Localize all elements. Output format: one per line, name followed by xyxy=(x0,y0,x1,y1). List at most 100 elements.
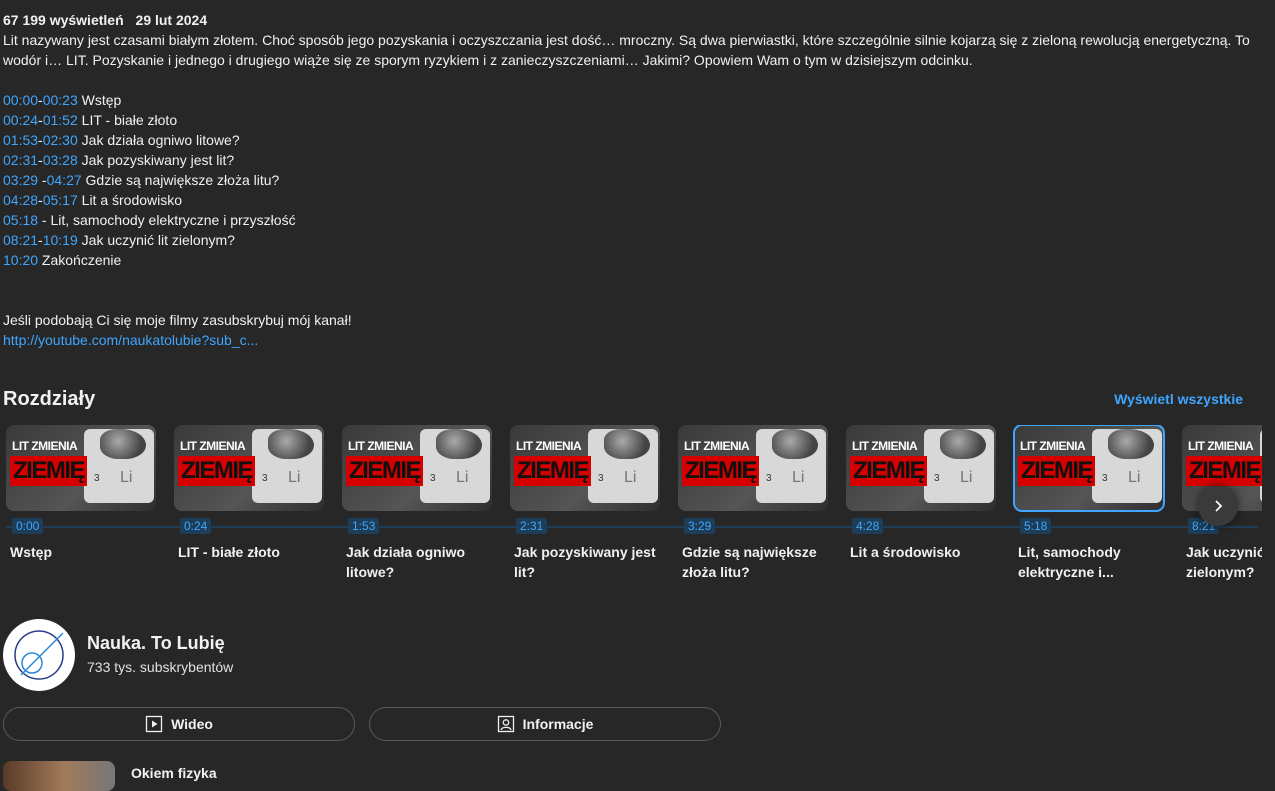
chapters-header: Rozdziały Wyświetl wszystkie xyxy=(3,388,1243,414)
lithium-rock-image xyxy=(268,429,314,459)
timestamp-start-link[interactable]: 05:18 xyxy=(3,212,38,228)
element-number: 3 xyxy=(430,473,436,484)
timestamp-start-link[interactable]: 00:00 xyxy=(3,92,38,108)
timestamp-row: 03:29 -04:27 Gdzie są największe złoża l… xyxy=(3,170,1268,190)
element-symbol: Li xyxy=(624,469,637,486)
element-symbol: Li xyxy=(120,469,133,486)
chapter-title: Jak pozyskiwany jest lit? xyxy=(514,544,656,580)
timestamp-label: - Lit, samochody elektryczne i przyszłoś… xyxy=(38,212,296,228)
thumb-caption-top: LIT ZMIENIA xyxy=(516,439,582,453)
channel-logo-icon xyxy=(14,630,64,680)
timestamp-label: Jak pozyskiwany jest lit? xyxy=(77,152,235,168)
next-section-title[interactable]: Okiem fizyka xyxy=(131,765,217,781)
element-number: 3 xyxy=(262,473,268,484)
chapter-item[interactable]: 3 Li LIT ZMIENIA ZIEMIĘ 3:29 Gdzie są najwięk… xyxy=(678,425,828,585)
video-description: 67 199 wyświetleń 29 lut 2024 Lit nazywa… xyxy=(3,10,1268,350)
timestamp-row: 01:53-02:30 Jak działa ogniwo litowe? xyxy=(3,130,1268,150)
element-number: 3 xyxy=(1102,473,1108,484)
chevron-right-icon xyxy=(1215,500,1223,512)
chapter-title: Gdzie są największe złoża litu? xyxy=(682,544,817,580)
timestamp-label: LIT - białe złoto xyxy=(77,112,178,128)
timestamp-label: Zakończenie xyxy=(38,252,122,268)
chapter-title: Lit, samochody elektryczne i... xyxy=(1018,544,1121,580)
timestamp-start-link[interactable]: 03:29 xyxy=(3,172,38,188)
timestamp-start-link[interactable]: 10:20 xyxy=(3,252,38,268)
timestamp-end-link[interactable]: 00:23 xyxy=(43,92,78,108)
chapter-thumbnail: 3 Li LIT ZMIENIA ZIEMIĘ xyxy=(678,425,828,511)
timestamp-start-link[interactable]: 04:28 xyxy=(3,192,38,208)
timestamp-separator: - xyxy=(38,172,47,188)
element-symbol: Li xyxy=(456,469,469,486)
timestamp-end-link[interactable]: 10:19 xyxy=(43,232,78,248)
chapter-time: 5:18 xyxy=(1020,518,1052,534)
chapter-item[interactable]: 3 Li LIT ZMIENIA ZIEMIĘ 1:53 Jak działa ogniw… xyxy=(342,425,492,585)
timestamp-label: Wstęp xyxy=(77,92,122,108)
video-icon xyxy=(145,715,163,733)
chapter-item[interactable]: 3 Li LIT ZMIENIA ZIEMIĘ 4:28 Lit a środowisko xyxy=(846,425,996,585)
chapter-title: Jak uczynić zielonym? xyxy=(1186,544,1262,580)
timestamp-label: Gdzie są największe złoża litu? xyxy=(81,172,280,188)
timestamp-start-link[interactable]: 00:24 xyxy=(3,112,38,128)
timestamp-row: 08:21-10:19 Jak uczynić lit zielonym? xyxy=(3,230,1268,250)
chapter-thumbnail: 3 Li LIT ZMIENIA ZIEMIĘ xyxy=(846,425,996,511)
chapter-time: 3:29 xyxy=(684,518,716,534)
thumb-caption-main: ZIEMIĘ xyxy=(10,456,88,486)
view-all-chapters-button[interactable]: Wyświetl wszystkie xyxy=(1114,391,1243,407)
timestamp-start-link[interactable]: 08:21 xyxy=(3,232,38,248)
videos-button[interactable]: Wideo xyxy=(3,707,355,741)
chapter-time: 0:00 xyxy=(12,518,44,534)
element-number: 3 xyxy=(598,473,604,484)
timestamp-label: Jak uczynić lit zielonym? xyxy=(77,232,235,248)
chapters-next-button[interactable] xyxy=(1198,486,1238,526)
channel-name[interactable]: Nauka. To Lubię xyxy=(87,633,225,654)
thumb-caption-main: ZIEMIĘ xyxy=(1018,456,1096,486)
chapter-thumbnail: 3 Li LIT ZMIENIA ZIEMIĘ xyxy=(1013,425,1165,512)
chapter-thumbnail: 3 Li LIT ZMIENIA ZIEMIĘ xyxy=(342,425,492,511)
chapter-title: Lit a środowisko xyxy=(850,544,961,560)
chapter-title: Jak działa ogniwo litowe? xyxy=(346,544,466,580)
lithium-rock-image xyxy=(100,429,146,459)
chapter-time: 4:28 xyxy=(852,518,884,534)
timestamp-end-link[interactable]: 02:30 xyxy=(43,132,78,148)
account-icon xyxy=(497,715,514,733)
chapter-title: LIT - białe złoto xyxy=(178,544,280,560)
timestamp-end-link[interactable]: 01:52 xyxy=(43,112,78,128)
about-button[interactable]: Informacje xyxy=(369,707,721,741)
thumb-caption-top: LIT ZMIENIA xyxy=(348,439,414,453)
timestamp-label: Jak działa ogniwo litowe? xyxy=(77,132,240,148)
lithium-rock-image xyxy=(604,429,650,459)
timestamp-start-link[interactable]: 01:53 xyxy=(3,132,38,148)
subscribe-link[interactable]: http://youtube.com/naukatolubie?sub_c... xyxy=(3,332,258,348)
timestamp-end-link[interactable]: 04:27 xyxy=(47,172,82,188)
element-symbol: Li xyxy=(960,469,973,486)
chapter-time: 2:31 xyxy=(516,518,548,534)
chapter-item[interactable]: 3 Li LIT ZMIENIA ZIEMIĘ 2:31 Jak pozyskiwany … xyxy=(510,425,660,585)
timestamp-end-link[interactable]: 03:28 xyxy=(43,152,78,168)
timestamp-start-link[interactable]: 02:31 xyxy=(3,152,38,168)
chapter-item[interactable]: 3 Li LIT ZMIENIA ZIEMIĘ 0:00 Wstęp xyxy=(6,425,156,585)
chapters-carousel: 3 Li LIT ZMIENIA ZIEMIĘ 0:00 Wstęp 3 Li LIT ZMIE… xyxy=(0,425,1262,595)
chapter-thumbnail: 3 Li LIT ZMIENIA ZIEMIĘ xyxy=(6,425,156,511)
chapter-time: 0:24 xyxy=(180,518,212,534)
timestamp-row: 00:00-00:23 Wstęp xyxy=(3,90,1268,110)
subscribe-text: Jeśli podobają Ci się moje filmy zasubsk… xyxy=(3,312,352,328)
lithium-rock-image xyxy=(772,429,818,459)
channel-avatar[interactable] xyxy=(3,619,75,691)
lithium-rock-image xyxy=(940,429,986,459)
element-number: 3 xyxy=(934,473,940,484)
channel-card: Nauka. To Lubię 733 tys. subskrybentów xyxy=(3,619,703,691)
subscriber-count: 733 tys. subskrybentów xyxy=(87,659,234,675)
timestamp-row: 10:20 Zakończenie xyxy=(3,250,1268,270)
chapter-time: 1:53 xyxy=(348,518,380,534)
timestamp-end-link[interactable]: 05:17 xyxy=(43,192,78,208)
next-section-thumbnail[interactable] xyxy=(3,761,115,791)
chapter-item[interactable]: 3 Li LIT ZMIENIA ZIEMIĘ 5:18 Lit, samochody e… xyxy=(1013,425,1165,585)
videos-button-label: Wideo xyxy=(171,716,213,732)
element-symbol: Li xyxy=(288,469,301,486)
thumb-caption-top: LIT ZMIENIA xyxy=(1020,439,1086,453)
thumb-caption-main: ZIEMIĘ xyxy=(346,456,424,486)
thumb-caption-main: ZIEMIĘ xyxy=(682,456,760,486)
timestamp-row: 02:31-03:28 Jak pozyskiwany jest lit? xyxy=(3,150,1268,170)
chapter-item[interactable]: 3 Li LIT ZMIENIA ZIEMIĘ 0:24 LIT - białe złot… xyxy=(174,425,324,585)
thumb-caption-main: ZIEMIĘ xyxy=(1186,456,1262,486)
